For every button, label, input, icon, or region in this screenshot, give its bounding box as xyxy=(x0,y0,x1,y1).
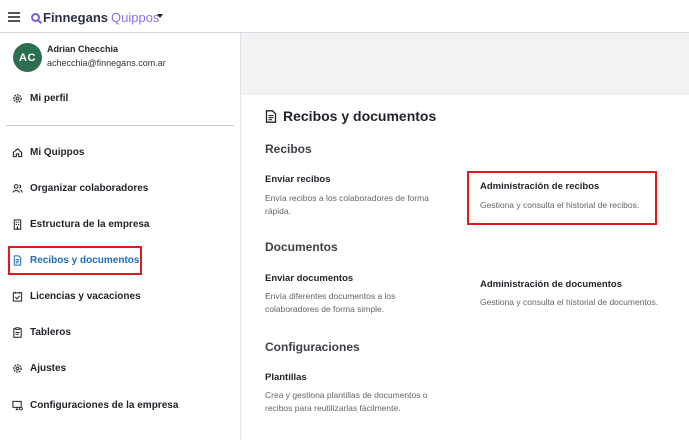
description-line: Gestiona y consulta el historial de docu… xyxy=(480,297,659,307)
gear-icon xyxy=(13,94,22,103)
monitor-gear-icon xyxy=(12,400,23,411)
building-icon xyxy=(13,219,22,230)
sidebar-item-label: Organizar colaboradores xyxy=(30,183,149,194)
card-plantillas-title[interactable]: Plantillas xyxy=(265,372,307,383)
top-bar: Finnegans Quippos xyxy=(0,0,689,33)
section-title-documentos: Documentos xyxy=(265,240,338,254)
card-administracion-documentos-description: Gestiona y consulta el historial de docu… xyxy=(480,296,658,309)
sidebar-item-organizar-colaboradores[interactable]: Organizar colaboradores xyxy=(12,183,148,194)
card-enviar-recibos-description: Envía recibos a los colaboradores de for… xyxy=(265,192,429,218)
page-title: Recibos y documentos xyxy=(265,108,436,124)
section-title-recibos: Recibos xyxy=(265,142,312,156)
sidebar-item-label: Ajustes xyxy=(30,363,67,374)
sidebar-item-label: Estructura de la empresa xyxy=(30,219,150,230)
description-line: recibos para reutilizarlas fácilmente. xyxy=(265,403,401,413)
description-line: Crea y gestiona plantillas de documentos… xyxy=(265,390,428,400)
avatar: AC xyxy=(13,43,42,72)
logo-icon xyxy=(31,13,40,22)
sidebar: AC Adrian Checchia achecchia@finnegans.c… xyxy=(0,33,241,440)
description-line: rápida. xyxy=(265,206,291,216)
sidebar-item-ajustes[interactable]: Ajustes xyxy=(12,363,66,374)
card-plantillas-description: Crea y gestiona plantillas de documentos… xyxy=(265,389,428,415)
hamburger-menu-icon[interactable] xyxy=(8,12,20,22)
card-enviar-documentos-description: Envía diferentes documentos a los colabo… xyxy=(265,290,395,316)
description-line: colaboradores de forma simple. xyxy=(265,304,385,314)
card-enviar-recibos-title[interactable]: Enviar recibos xyxy=(265,174,330,185)
gear-icon xyxy=(13,364,22,373)
highlight-box-sidebar xyxy=(8,246,142,275)
sidebar-item-label: Mi Quippos xyxy=(30,147,85,158)
home-icon xyxy=(12,148,23,158)
sidebar-item-licencias-vacaciones[interactable]: Licencias y vacaciones xyxy=(12,291,141,302)
card-administracion-documentos-title[interactable]: Administración de documentos xyxy=(480,279,622,290)
highlight-box-administracion-recibos xyxy=(467,171,657,225)
section-title-configuraciones: Configuraciones xyxy=(265,340,360,354)
user-name: Adrian Checchia xyxy=(47,44,119,54)
card-enviar-documentos-title[interactable]: Enviar documentos xyxy=(265,273,353,284)
clipboard-icon xyxy=(13,327,22,338)
logo-primary-text: Finnegans xyxy=(43,10,109,25)
sidebar-item-label: Tableros xyxy=(30,327,71,338)
logo-secondary-text: Quippos xyxy=(111,10,160,25)
app-switcher-chevron-down-icon[interactable] xyxy=(157,14,163,18)
sidebar-divider xyxy=(6,125,234,126)
user-email: achecchia@finnegans.com.ar xyxy=(47,58,166,68)
sidebar-item-label: Configuraciones de la empresa xyxy=(30,400,179,411)
sidebar-item-label: Licencias y vacaciones xyxy=(30,291,141,302)
description-line: Envía diferentes documentos a los xyxy=(265,291,396,301)
sidebar-item-mi-perfil[interactable]: Mi perfil xyxy=(12,93,68,104)
sidebar-item-tableros[interactable]: Tableros xyxy=(12,327,71,338)
app-logo[interactable]: Finnegans Quippos xyxy=(31,10,159,25)
sidebar-item-configuraciones-empresa[interactable]: Configuraciones de la empresa xyxy=(12,400,178,411)
page-title-text: Recibos y documentos xyxy=(283,108,437,124)
description-line: Envía recibos a los colaboradores de for… xyxy=(265,193,429,203)
document-icon xyxy=(265,109,277,123)
sidebar-item-mi-quippos[interactable]: Mi Quippos xyxy=(12,147,84,158)
sidebar-item-estructura-empresa[interactable]: Estructura de la empresa xyxy=(12,219,150,230)
sidebar-item-label: Mi perfil xyxy=(30,93,69,104)
calendar-check-icon xyxy=(12,291,23,302)
people-icon xyxy=(12,184,23,193)
